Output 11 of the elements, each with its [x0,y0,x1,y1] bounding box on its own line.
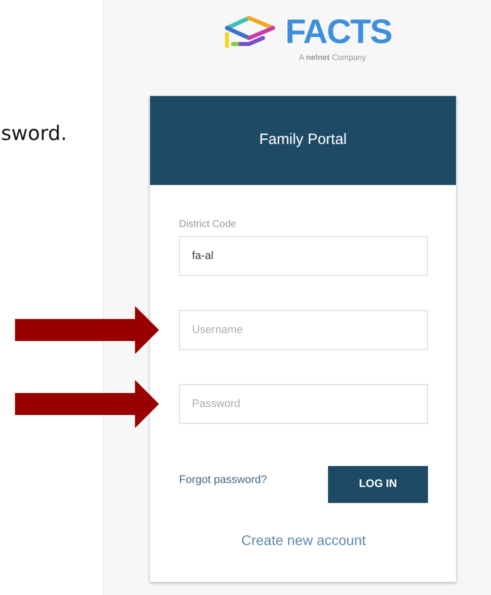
instruction-text: sword. [1,120,67,147]
input-field[interactable]: Password [179,384,428,424]
forgot-password-link[interactable]: Forgot password? [179,472,268,488]
login-button[interactable]: LOG IN [328,466,428,503]
input-field[interactable]: Username [179,310,428,350]
logo-wordmark: FACTS [285,15,392,49]
input-field[interactable]: fa-al [179,236,428,276]
field-label: District Code [179,218,236,232]
create-account-link[interactable]: Create new account [241,530,366,551]
logo-tagline: A nelnet Company [298,52,366,64]
card-title: Family Portal [259,130,347,150]
